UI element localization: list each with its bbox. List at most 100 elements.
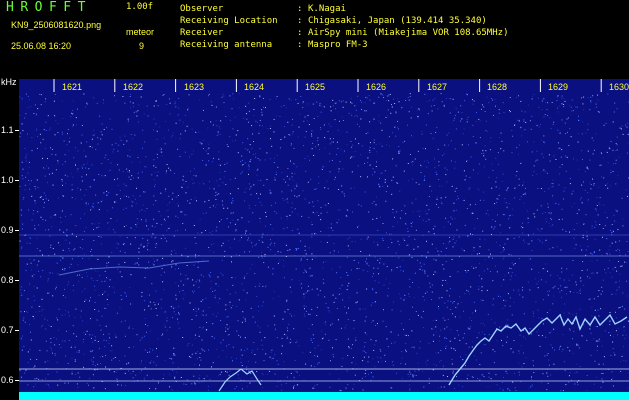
noise-speck — [351, 241, 353, 243]
noise-speck — [618, 156, 620, 158]
noise-speck — [304, 158, 306, 159]
noise-speck — [228, 374, 230, 376]
noise-speck — [45, 195, 46, 197]
noise-speck — [240, 161, 242, 163]
noise-speck — [160, 274, 162, 276]
noise-speck — [453, 301, 455, 302]
noise-speck — [101, 281, 103, 283]
noise-speck — [343, 150, 345, 152]
noise-speck — [22, 319, 24, 321]
noise-speck — [127, 118, 129, 120]
noise-speck — [434, 225, 436, 227]
noise-speck — [614, 220, 616, 222]
noise-speck — [612, 230, 614, 232]
noise-speck — [86, 174, 87, 176]
noise-speck — [438, 308, 440, 310]
noise-speck — [140, 244, 142, 246]
noise-speck — [317, 116, 319, 118]
noise-speck — [538, 334, 540, 336]
noise-speck — [538, 107, 540, 109]
noise-speck — [368, 373, 369, 375]
noise-speck — [126, 195, 127, 197]
noise-speck — [172, 306, 174, 308]
noise-speck — [209, 207, 211, 208]
noise-speck — [130, 227, 132, 229]
noise-speck — [249, 233, 251, 235]
noise-speck — [29, 242, 31, 244]
noise-speck — [408, 180, 410, 181]
noise-speck — [156, 222, 158, 224]
noise-speck — [209, 275, 211, 277]
noise-speck — [63, 231, 64, 233]
noise-speck — [604, 330, 606, 332]
noise-speck — [207, 386, 209, 387]
noise-speck — [455, 188, 456, 190]
noise-speck — [446, 338, 448, 339]
noise-speck — [245, 230, 247, 232]
noise-speck — [386, 144, 387, 146]
noise-speck — [543, 141, 545, 143]
noise-speck — [460, 105, 462, 107]
noise-speck — [438, 361, 440, 363]
noise-speck — [94, 309, 96, 310]
noise-speck — [355, 339, 357, 341]
noise-speck — [256, 296, 258, 298]
noise-speck — [391, 387, 393, 389]
noise-speck — [87, 275, 89, 277]
noise-speck — [206, 375, 208, 377]
noise-speck — [563, 198, 564, 200]
noise-speck — [558, 147, 560, 149]
noise-speck — [94, 336, 96, 338]
noise-speck — [554, 349, 555, 351]
noise-speck — [122, 208, 124, 210]
noise-speck — [369, 254, 371, 256]
noise-speck — [475, 359, 477, 361]
noise-speck — [271, 145, 273, 147]
noise-speck — [229, 370, 231, 372]
noise-speck — [19, 136, 21, 138]
noise-speck — [339, 287, 341, 289]
noise-speck — [91, 248, 92, 250]
noise-speck — [547, 294, 549, 296]
noise-speck — [117, 178, 119, 180]
noise-speck — [464, 224, 466, 226]
noise-speck — [178, 313, 180, 315]
noise-speck — [281, 353, 283, 355]
noise-speck — [62, 249, 64, 251]
noise-speck — [240, 349, 242, 351]
noise-speck — [469, 176, 471, 178]
noise-speck — [507, 388, 509, 390]
noise-speck — [392, 208, 394, 210]
noise-speck — [223, 176, 225, 178]
noise-speck — [30, 331, 31, 333]
noise-speck — [85, 106, 87, 108]
noise-speck — [353, 327, 355, 329]
noise-speck — [245, 232, 246, 234]
noise-speck — [137, 110, 139, 112]
noise-speck — [583, 109, 584, 111]
noise-speck — [349, 237, 351, 239]
noise-speck — [261, 258, 263, 260]
noise-speck — [622, 225, 624, 227]
noise-speck — [511, 152, 513, 154]
noise-speck — [597, 214, 599, 216]
noise-speck — [251, 352, 253, 354]
noise-speck — [370, 321, 372, 323]
noise-speck — [493, 228, 495, 230]
noise-speck — [114, 179, 115, 181]
noise-speck — [408, 384, 410, 386]
noise-speck — [596, 106, 598, 108]
noise-speck — [147, 325, 149, 327]
noise-speck — [620, 265, 622, 267]
noise-speck — [85, 167, 87, 169]
noise-speck — [474, 227, 476, 229]
noise-speck — [286, 107, 287, 109]
noise-speck — [264, 159, 266, 161]
noise-speck — [55, 338, 57, 340]
noise-speck — [246, 149, 248, 151]
noise-speck — [175, 282, 177, 284]
noise-speck — [124, 292, 126, 294]
noise-speck — [417, 362, 419, 364]
noise-speck — [496, 177, 498, 179]
noise-speck — [379, 186, 381, 188]
